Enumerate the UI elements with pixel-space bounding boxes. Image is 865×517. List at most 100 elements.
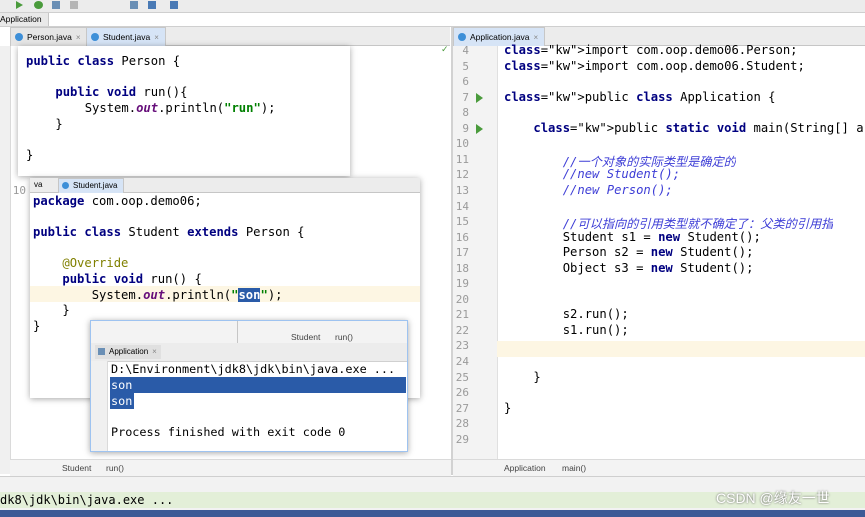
bottom-console-text: dk8\jdk\bin\java.exe ... <box>0 493 174 507</box>
console-selection <box>110 377 406 393</box>
line-number: 26 <box>455 386 469 400</box>
line-number: 20 <box>455 292 469 306</box>
close-icon[interactable]: × <box>534 33 539 42</box>
breadcrumb-class[interactable]: Student <box>62 463 91 473</box>
close-icon[interactable]: × <box>154 33 159 42</box>
line-number: 18 <box>455 261 469 275</box>
console-line: D:\Environment\jdk8\jdk\bin\java.exe ... <box>111 362 396 376</box>
run-tab-bar: Application × <box>91 343 407 362</box>
tab-label: Person.java <box>27 32 72 42</box>
student-code-line: } <box>33 303 70 317</box>
top-toolbar <box>0 0 865 13</box>
breadcrumb-class[interactable]: Application <box>504 463 546 473</box>
sdk-icon[interactable] <box>170 1 178 9</box>
code-line: Student s1 = new Student(); <box>504 229 761 244</box>
code-line: //new Person(); <box>562 182 673 197</box>
line-number: 28 <box>455 417 469 431</box>
line-number: 13 <box>455 183 469 197</box>
line-number: 16 <box>455 230 469 244</box>
crumb-run[interactable]: run() <box>335 332 353 342</box>
student-code-line: public void run() { <box>62 272 202 286</box>
student-code-line: public class Student extends Person { <box>33 225 305 239</box>
breadcrumb-method[interactable]: main() <box>562 463 586 473</box>
left-tab-bar: Person.java × Student.java × <box>10 27 450 46</box>
tab-application-run[interactable]: Application × <box>95 345 161 359</box>
close-icon[interactable]: × <box>152 347 157 356</box>
code-line: } <box>504 369 541 384</box>
line-number: 4 <box>462 44 469 57</box>
line-number: 25 <box>455 370 469 384</box>
person-code-line: public void run(){ <box>55 85 188 99</box>
run-side-toolbar <box>91 361 108 451</box>
left-line-number: 10 <box>12 184 26 197</box>
line-number: 29 <box>455 432 469 446</box>
stop-icon[interactable] <box>70 1 78 9</box>
person-code-line: } <box>26 148 34 162</box>
line-number: 24 <box>455 355 469 368</box>
debug-icon[interactable] <box>34 1 43 9</box>
class-icon <box>62 182 69 189</box>
line-number: 9 <box>462 121 469 135</box>
tab-label: Application <box>109 347 149 356</box>
class-icon <box>91 33 99 41</box>
divider <box>237 321 238 343</box>
line-number: 19 <box>455 277 469 291</box>
run-class-gutter-icon[interactable] <box>476 93 483 103</box>
run-popup-crumbs: Student run() <box>91 321 407 344</box>
line-number: 14 <box>455 199 469 213</box>
class-icon <box>458 33 466 41</box>
line-number: 21 <box>455 308 469 322</box>
student-code-line: package com.oop.demo06; <box>33 194 202 208</box>
line-number: 23 <box>455 339 469 353</box>
person-code-line: System.out.println("run"); <box>26 101 276 115</box>
tab-student-java-popup[interactable]: Student.java <box>58 178 125 193</box>
run-main-gutter-icon[interactable] <box>476 124 483 134</box>
line-number: 22 <box>455 323 469 337</box>
tab-va[interactable]: va <box>30 178 46 192</box>
tab-label: Student.java <box>103 32 151 42</box>
student-code-line: @Override <box>62 256 129 270</box>
tab-person-java[interactable]: Person.java × <box>10 27 88 46</box>
class-icon <box>15 33 23 41</box>
tab-label: Application.java <box>470 32 530 42</box>
student-code-line: } <box>33 319 41 333</box>
line-number: 10 <box>455 137 469 151</box>
line-number: 7 <box>462 90 469 104</box>
current-line-highlight <box>497 341 865 357</box>
line-number: 11 <box>455 152 469 166</box>
structure-icon[interactable] <box>148 1 156 9</box>
tab-student-java[interactable]: Student.java × <box>86 27 166 46</box>
student-popup-tabbar: va Student.java <box>30 178 420 193</box>
line-number: 27 <box>455 401 469 415</box>
code-line: class="kw">import com.oop.demo06.Person; <box>504 43 798 57</box>
code-line: //new Student(); <box>562 167 681 182</box>
person-code-line: public class Person { <box>26 54 181 68</box>
crumb-student[interactable]: Student <box>291 332 320 342</box>
console-line: son <box>111 378 133 392</box>
line-number: 17 <box>455 246 469 260</box>
person-class-popup: public class Person { public void run(){… <box>18 46 350 176</box>
code-line: Person s2 = new Student(); <box>504 245 754 260</box>
run-icon[interactable] <box>16 1 23 9</box>
line-number: 5 <box>462 59 469 73</box>
line-number: 15 <box>455 215 469 229</box>
breadcrumb-method[interactable]: run() <box>106 463 124 473</box>
console-line: son <box>111 394 133 408</box>
line-number: 8 <box>462 106 469 120</box>
close-icon[interactable]: × <box>76 33 81 42</box>
coverage-icon[interactable] <box>52 1 60 9</box>
console-line: Process finished with exit code 0 <box>111 425 346 439</box>
right-breadcrumb-bar: Application main() <box>453 459 865 476</box>
build-icon[interactable] <box>130 1 138 9</box>
code-line: class="kw">public class Application { <box>504 89 776 104</box>
code-line: class="kw">public static void main(Strin… <box>533 120 865 135</box>
line-number: 12 <box>455 168 469 182</box>
run-config-label[interactable]: Application <box>0 13 49 26</box>
line-number: 6 <box>462 75 469 89</box>
left-breadcrumb-bar: Student run() <box>10 459 451 476</box>
run-config-icon <box>98 348 105 355</box>
run-output-popup: Student run() Application × D:\Environmen… <box>90 320 408 452</box>
tab-label: Student.java <box>73 181 118 190</box>
code-line: class="kw">import com.oop.demo06.Student… <box>504 58 805 73</box>
student-code-line: System.out.println("son"); <box>33 288 283 302</box>
